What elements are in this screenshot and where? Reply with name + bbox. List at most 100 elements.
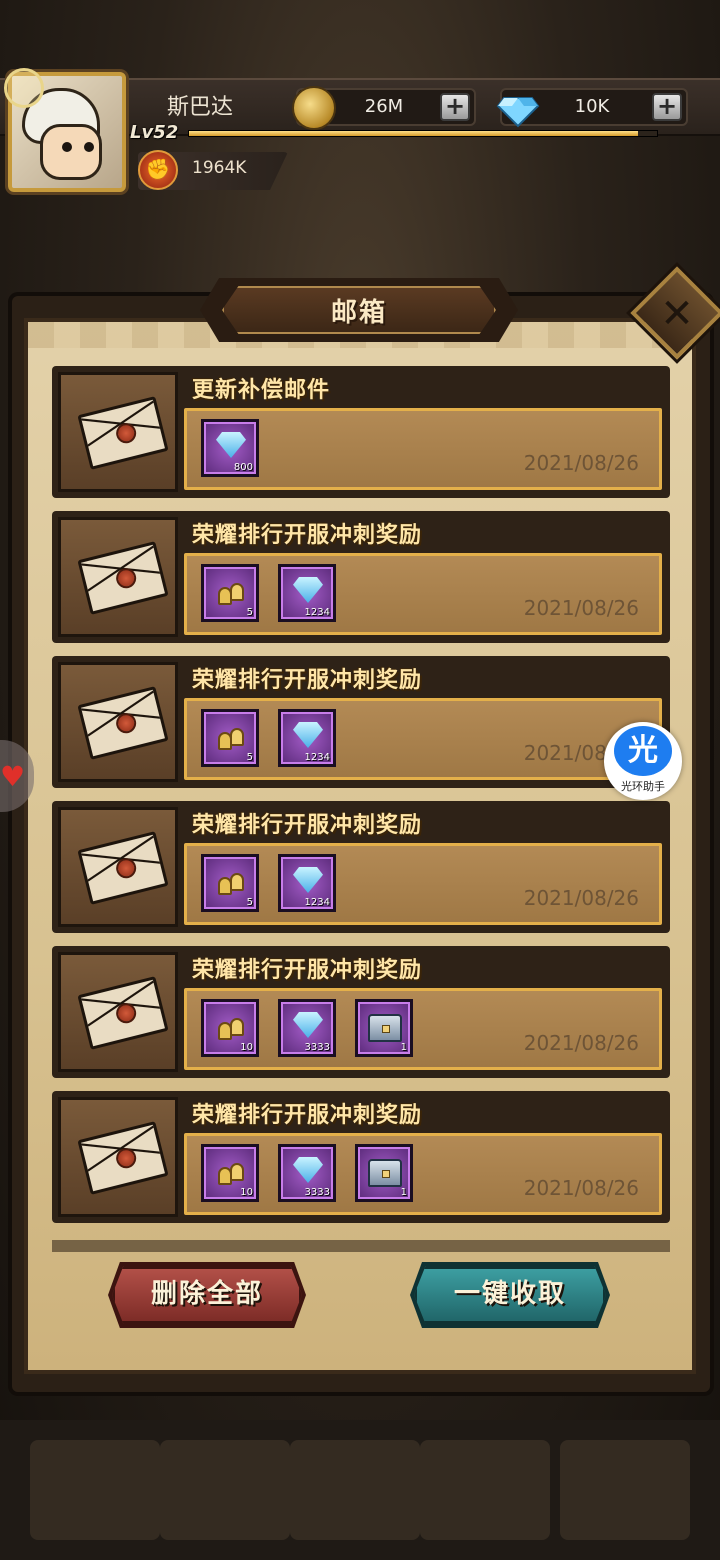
reward-count: 3333 <box>304 1042 330 1053</box>
mail-body: 2021/08/26 5 1234 <box>184 698 662 780</box>
bell-icon <box>216 1157 246 1187</box>
gem-icon <box>293 867 323 893</box>
envelope-icon <box>77 541 169 615</box>
mail-body: 2021/08/26 10 3333 1 <box>184 1133 662 1215</box>
mail-title: 荣耀排行开服冲刺奖励 <box>192 523 423 548</box>
close-icon[interactable]: ✕ <box>644 286 710 342</box>
gold-counter: 26M + <box>292 86 476 130</box>
envelope-frame <box>58 1097 178 1217</box>
reward-count: 1234 <box>304 607 330 618</box>
bell-icon <box>216 577 246 607</box>
mail-title: 荣耀排行开服冲刺奖励 <box>192 1103 423 1128</box>
gem-icon <box>216 432 246 458</box>
mail-item[interactable]: 更新补偿邮件 2021/08/26 800 <box>52 366 670 498</box>
mail-date: 2021/08/26 <box>523 596 639 620</box>
envelope-frame <box>58 517 178 637</box>
mail-item[interactable]: 荣耀排行开服冲刺奖励 2021/08/26 5 1234 <box>52 656 670 788</box>
mail-body: 2021/08/26 10 3333 1 <box>184 988 662 1070</box>
mail-list[interactable]: 更新补偿邮件 2021/08/26 800 荣耀排行开服冲刺奖励 2021/08/26 5… <box>52 366 670 1246</box>
delete-all-button[interactable]: 删除全部 <box>112 1266 302 1324</box>
reward-item[interactable]: 5 <box>201 709 259 767</box>
reward-item[interactable]: 1 <box>355 999 413 1057</box>
mail-item[interactable]: 荣耀排行开服冲刺奖励 2021/08/26 5 1234 <box>52 511 670 643</box>
player-level: Lv52 <box>130 122 179 143</box>
envelope-icon <box>77 976 169 1050</box>
avatar-face <box>40 124 102 180</box>
halo-icon <box>4 68 44 108</box>
reward-item[interactable]: 5 <box>201 854 259 912</box>
coin-icon <box>292 86 336 130</box>
reward-item[interactable]: 800 <box>201 419 259 477</box>
mail-date: 2021/08/26 <box>523 451 639 475</box>
bell-icon <box>216 1012 246 1042</box>
collect-all-button[interactable]: 一键收取 <box>414 1266 606 1324</box>
envelope-icon <box>77 686 169 760</box>
reward-count: 5 <box>246 752 253 763</box>
mail-body: 2021/08/26 800 <box>184 408 662 490</box>
helper-icon: 光 <box>614 726 672 776</box>
add-gold-button[interactable]: + <box>440 93 470 121</box>
reward-count: 1234 <box>304 752 330 763</box>
reward-count: 1 <box>400 1187 407 1198</box>
reward-count: 1 <box>400 1042 407 1053</box>
reward-item[interactable]: 1 <box>355 1144 413 1202</box>
envelope-frame <box>58 662 178 782</box>
bottom-nav-tile <box>560 1440 690 1540</box>
reward-item[interactable]: 1234 <box>278 564 336 622</box>
envelope-icon <box>77 1121 169 1195</box>
reward-item[interactable]: 10 <box>201 1144 259 1202</box>
chest-icon <box>368 1159 402 1187</box>
reward-item[interactable]: 5 <box>201 564 259 622</box>
reward-item[interactable]: 1234 <box>278 709 336 767</box>
envelope-icon <box>77 396 169 470</box>
avatar-eye <box>84 142 94 152</box>
mail-title: 更新补偿邮件 <box>192 378 331 403</box>
bottom-nav-tile <box>290 1440 420 1540</box>
gem-icon <box>293 722 323 748</box>
mail-item[interactable]: 荣耀排行开服冲刺奖励 2021/08/26 10 3333 1 <box>52 1091 670 1223</box>
gem-counter: 10K + <box>496 88 688 128</box>
reward-item[interactable]: 3333 <box>278 1144 336 1202</box>
gem-icon <box>496 86 540 130</box>
mail-item[interactable]: 荣耀排行开服冲刺奖励 2021/08/26 10 3333 1 <box>52 946 670 1078</box>
helper-label: 光环助手 <box>621 780 665 793</box>
mail-item[interactable]: 荣耀排行开服冲刺奖励 2021/08/26 5 1234 <box>52 801 670 933</box>
reward-item[interactable]: 3333 <box>278 999 336 1057</box>
envelope-frame <box>58 807 178 927</box>
reward-count: 10 <box>240 1042 253 1053</box>
gold-value: 26M <box>364 96 404 117</box>
avatar-eye <box>62 142 72 152</box>
list-scroll-edge <box>52 1240 670 1252</box>
reward-count: 1234 <box>304 897 330 908</box>
helper-button[interactable]: 光 光环助手 <box>604 722 682 800</box>
gem-icon <box>293 1012 323 1038</box>
bottom-nav-tile <box>160 1440 290 1540</box>
add-gems-button[interactable]: + <box>652 93 682 121</box>
envelope-frame <box>58 372 178 492</box>
power-value: 1964K <box>192 158 247 178</box>
mail-title: 荣耀排行开服冲刺奖励 <box>192 958 423 983</box>
gem-icon <box>293 577 323 603</box>
xp-fill <box>189 131 639 136</box>
mail-date: 2021/08/26 <box>523 1176 639 1200</box>
mail-title: 荣耀排行开服冲刺奖励 <box>192 813 423 838</box>
reward-count: 5 <box>246 607 253 618</box>
reward-count: 3333 <box>304 1187 330 1198</box>
chest-icon <box>368 1014 402 1042</box>
bottom-nav-tile <box>30 1440 160 1540</box>
reward-count: 800 <box>233 462 253 473</box>
xp-bar <box>188 130 658 137</box>
bottom-nav-tile <box>420 1440 550 1540</box>
mail-body: 2021/08/26 5 1234 <box>184 843 662 925</box>
mail-date: 2021/08/26 <box>523 1031 639 1055</box>
reward-count: 5 <box>246 897 253 908</box>
reward-count: 10 <box>240 1187 253 1198</box>
bell-icon <box>216 722 246 752</box>
reward-item[interactable]: 10 <box>201 999 259 1057</box>
mail-title: 荣耀排行开服冲刺奖励 <box>192 668 423 693</box>
gem-icon <box>293 1157 323 1183</box>
gem-value: 10K <box>574 96 610 117</box>
mail-date: 2021/08/26 <box>523 886 639 910</box>
envelope-icon <box>77 831 169 905</box>
reward-item[interactable]: 1234 <box>278 854 336 912</box>
